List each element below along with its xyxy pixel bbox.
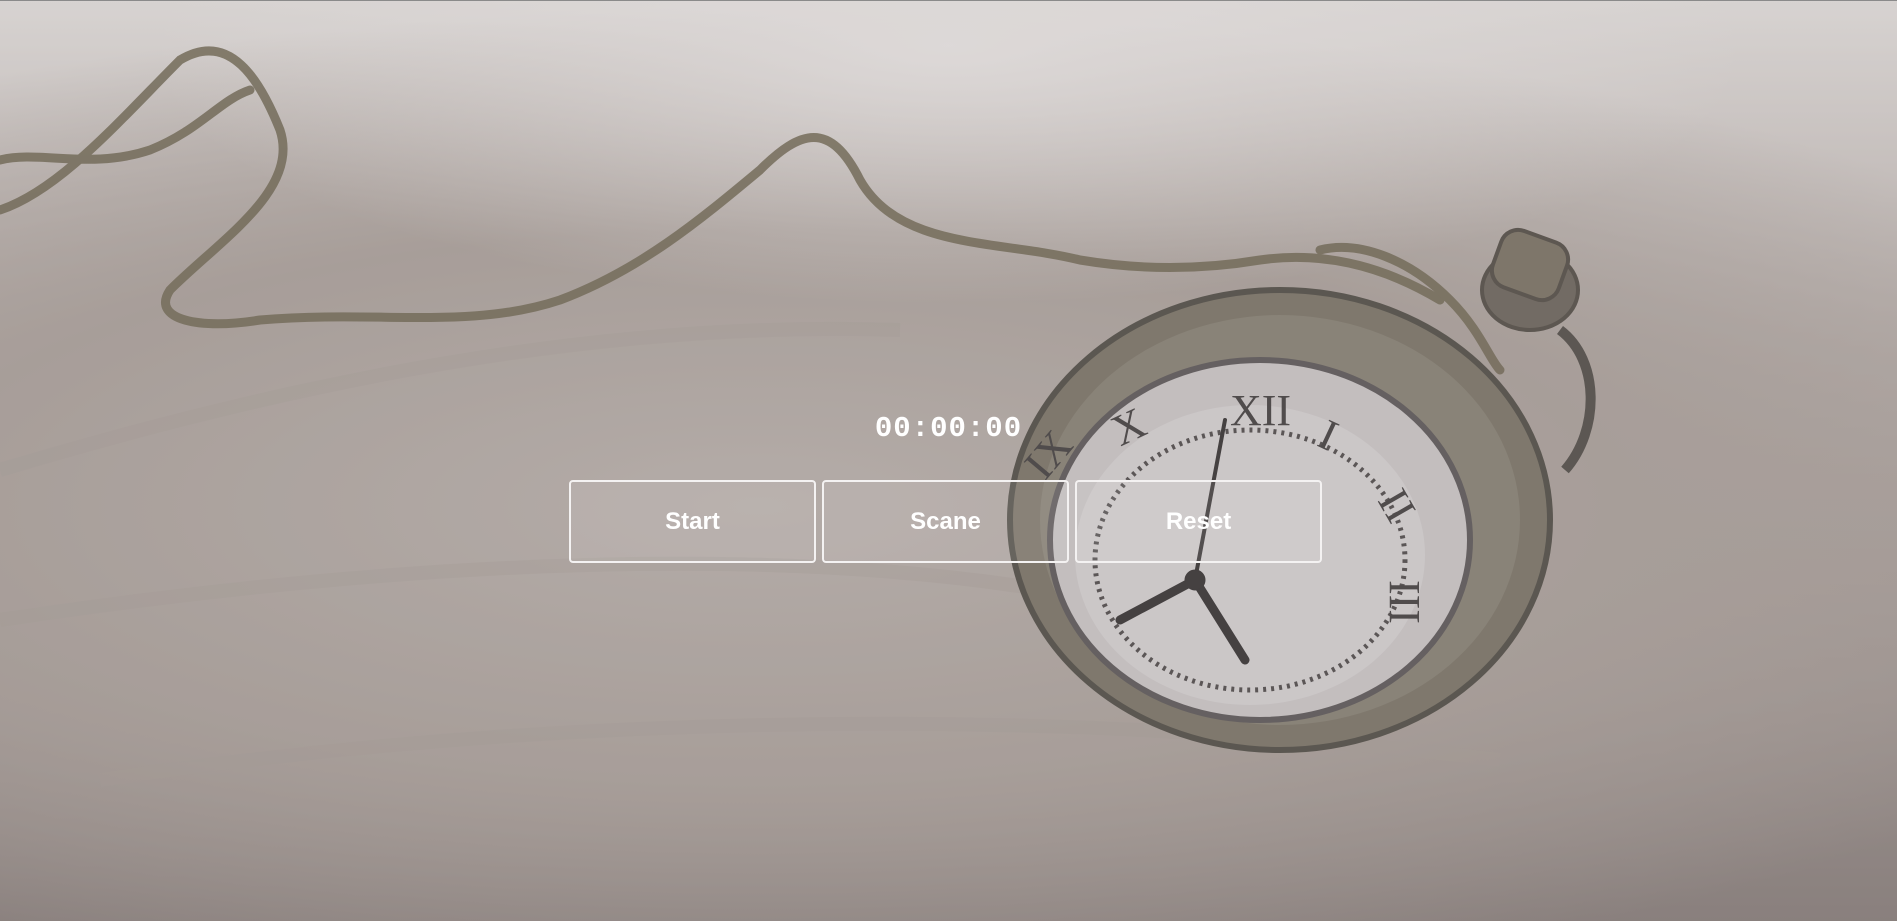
background-image: X XII I II III IX: [0, 0, 1897, 921]
reset-button[interactable]: Reset: [1075, 480, 1322, 563]
stopwatch-display: 00:00:00: [874, 412, 1023, 445]
scane-button[interactable]: Scane: [822, 480, 1069, 563]
top-border: [0, 0, 1897, 1]
pocket-watch-illustration: X XII I II III IX: [0, 0, 1897, 921]
start-button[interactable]: Start: [569, 480, 816, 563]
stopwatch-controls: Start Scane Reset: [569, 480, 1322, 563]
